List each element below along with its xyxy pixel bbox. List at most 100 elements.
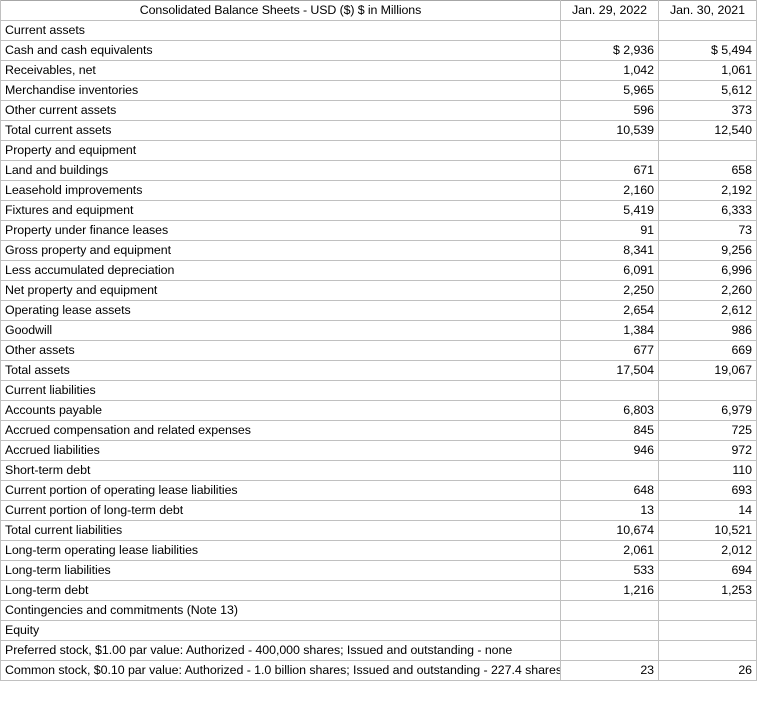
row-value-date-1: 91 — [560, 220, 659, 241]
row-value-date-1: 2,654 — [560, 300, 659, 321]
table-row: Equity — [0, 620, 757, 641]
row-label: Accrued liabilities — [0, 440, 561, 461]
table-row: Goodwill 1,384 986 — [0, 320, 757, 341]
row-label: Accrued compensation and related expense… — [0, 420, 561, 441]
section-header-label: Equity — [0, 620, 561, 641]
row-label: Accounts payable — [0, 400, 561, 421]
row-value-date-2: 10,521 — [658, 520, 757, 541]
row-label: Long-term operating lease liabilities — [0, 540, 561, 561]
header-row: Consolidated Balance Sheets - USD ($) $ … — [0, 0, 757, 21]
row-label: Total current assets — [0, 120, 561, 141]
row-value-date-1: 8,341 — [560, 240, 659, 261]
row-value-date-1 — [560, 460, 659, 481]
table-row: Accrued compensation and related expense… — [0, 420, 757, 441]
row-value-date-1: 596 — [560, 100, 659, 121]
table-row: Long-term operating lease liabilities 2,0… — [0, 540, 757, 561]
row-value-date-2: 2,612 — [658, 300, 757, 321]
row-value-date-1 — [560, 640, 659, 661]
row-value-date-2: 1,061 — [658, 60, 757, 81]
table-row: Common stock, $0.10 par value: Authorize… — [0, 660, 757, 681]
row-value-date-2: 6,979 — [658, 400, 757, 421]
section-header-label: Current liabilities — [0, 380, 561, 401]
row-label: Goodwill — [0, 320, 561, 341]
row-value-date-1: 1,042 — [560, 60, 659, 81]
row-value-date-2: 26 — [658, 660, 757, 681]
table-title: Consolidated Balance Sheets - USD ($) $ … — [0, 0, 561, 21]
row-value-date-2: 972 — [658, 440, 757, 461]
row-value-date-1 — [560, 620, 659, 641]
row-value-date-1: 845 — [560, 420, 659, 441]
row-value-date-1: 6,803 — [560, 400, 659, 421]
table-row: Property under finance leases 91 73 — [0, 220, 757, 241]
row-value-date-2 — [658, 380, 757, 401]
row-label: Total assets — [0, 360, 561, 381]
row-value-date-2: 5,612 — [658, 80, 757, 101]
row-value-date-1: 5,965 — [560, 80, 659, 101]
row-value-date-1: 648 — [560, 480, 659, 501]
row-label: Operating lease assets — [0, 300, 561, 321]
row-value-date-2: 19,067 — [658, 360, 757, 381]
row-label: Current portion of operating lease liabi… — [0, 480, 561, 501]
table-row: Land and buildings 671 658 — [0, 160, 757, 181]
row-value-date-2: 669 — [658, 340, 757, 361]
balance-sheet-table: Consolidated Balance Sheets - USD ($) $ … — [0, 0, 757, 681]
table-row: Merchandise inventories 5,965 5,612 — [0, 80, 757, 101]
row-value-date-1: 17,504 — [560, 360, 659, 381]
row-label: Other current assets — [0, 100, 561, 121]
row-value-date-2 — [658, 20, 757, 41]
row-value-date-2: 2,192 — [658, 180, 757, 201]
table-row: Operating lease assets 2,654 2,612 — [0, 300, 757, 321]
table-row: Long-term debt 1,216 1,253 — [0, 580, 757, 601]
row-value-date-1 — [560, 380, 659, 401]
row-value-date-1: 946 — [560, 440, 659, 461]
table-row: Current assets — [0, 20, 757, 41]
row-label: Net property and equipment — [0, 280, 561, 301]
table-row: Total current liabilities 10,674 10,521 — [0, 520, 757, 541]
row-value-date-2: $ 5,494 — [658, 40, 757, 61]
table-row: Accrued liabilities 946 972 — [0, 440, 757, 461]
column-header-date-1: Jan. 29, 2022 — [560, 0, 659, 21]
row-value-date-2 — [658, 600, 757, 621]
table-row: Receivables, net 1,042 1,061 — [0, 60, 757, 81]
row-label: Gross property and equipment — [0, 240, 561, 261]
row-value-date-1: $ 2,936 — [560, 40, 659, 61]
row-label: Less accumulated depreciation — [0, 260, 561, 281]
table-row: Fixtures and equipment 5,419 6,333 — [0, 200, 757, 221]
row-label: Preferred stock, $1.00 par value: Author… — [0, 640, 561, 661]
table-row: Net property and equipment 2,250 2,260 — [0, 280, 757, 301]
table-header: Consolidated Balance Sheets - USD ($) $ … — [0, 0, 757, 21]
table-row: Current portion of operating lease liabi… — [0, 480, 757, 501]
row-label: Long-term debt — [0, 580, 561, 601]
row-label: Property under finance leases — [0, 220, 561, 241]
row-label: Fixtures and equipment — [0, 200, 561, 221]
row-value-date-1: 5,419 — [560, 200, 659, 221]
row-label: Long-term liabilities — [0, 560, 561, 581]
row-value-date-2: 9,256 — [658, 240, 757, 261]
row-value-date-1 — [560, 20, 659, 41]
section-header-label: Property and equipment — [0, 140, 561, 161]
table-row: Current portion of long-term debt 13 14 — [0, 500, 757, 521]
row-value-date-1: 671 — [560, 160, 659, 181]
row-label: Current portion of long-term debt — [0, 500, 561, 521]
row-value-date-1: 10,674 — [560, 520, 659, 541]
row-label: Leasehold improvements — [0, 180, 561, 201]
row-value-date-2: 73 — [658, 220, 757, 241]
table-row: Gross property and equipment 8,341 9,256 — [0, 240, 757, 261]
row-value-date-2: 373 — [658, 100, 757, 121]
row-value-date-2: 694 — [658, 560, 757, 581]
row-value-date-2: 693 — [658, 480, 757, 501]
row-value-date-2: 12,540 — [658, 120, 757, 141]
row-value-date-2 — [658, 620, 757, 641]
section-header-label: Current assets — [0, 20, 561, 41]
table-row: Preferred stock, $1.00 par value: Author… — [0, 640, 757, 661]
table-body: Current assets Cash and cash equivalents $… — [0, 20, 757, 681]
row-label: Total current liabilities — [0, 520, 561, 541]
row-value-date-1: 2,160 — [560, 180, 659, 201]
table-row: Leasehold improvements 2,160 2,192 — [0, 180, 757, 201]
row-label: Merchandise inventories — [0, 80, 561, 101]
row-label: Other assets — [0, 340, 561, 361]
table-row: Cash and cash equivalents $ 2,936 $ 5,494 — [0, 40, 757, 61]
table-row: Total assets 17,504 19,067 — [0, 360, 757, 381]
table-row: Less accumulated depreciation 6,091 6,996 — [0, 260, 757, 281]
row-label: Contingencies and commitments (Note 13) — [0, 600, 561, 621]
